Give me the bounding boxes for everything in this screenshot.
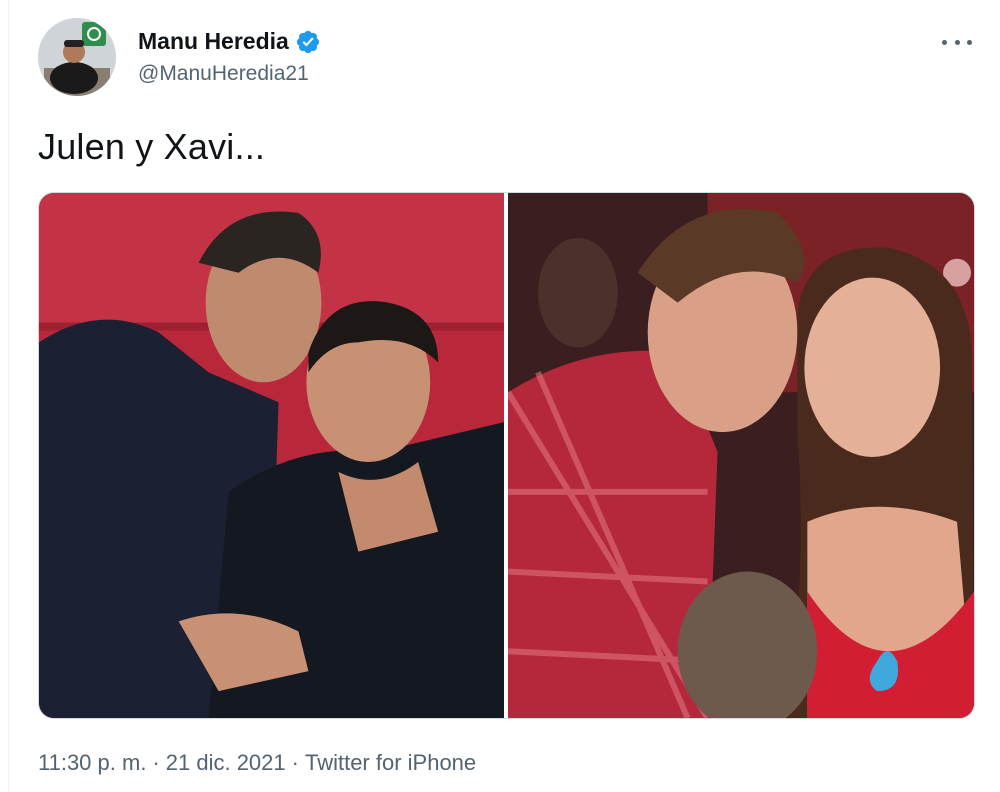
photo-right[interactable] bbox=[508, 193, 974, 718]
tweet-meta: 11:30 p. m. · 21 dic. 2021 · Twitter for… bbox=[38, 750, 476, 776]
tweet-time[interactable]: 11:30 p. m. bbox=[38, 750, 146, 776]
dot bbox=[967, 39, 972, 45]
user-handle[interactable]: @ManuHeredia21 bbox=[138, 62, 309, 86]
tweet-header: Manu Heredia @ManuHeredia21 bbox=[38, 18, 978, 98]
photo-icon bbox=[508, 193, 974, 718]
photo-left[interactable] bbox=[39, 193, 504, 718]
timeline-border bbox=[8, 0, 9, 792]
tweet-source[interactable]: Twitter for iPhone bbox=[305, 750, 476, 776]
dot bbox=[942, 39, 947, 45]
meta-separator: · bbox=[291, 750, 299, 775]
dot bbox=[954, 39, 960, 45]
more-options-icon[interactable] bbox=[942, 32, 972, 52]
avatar-image bbox=[38, 18, 116, 96]
verified-badge-icon bbox=[295, 29, 321, 55]
tweet-media[interactable] bbox=[38, 192, 975, 719]
avatar[interactable] bbox=[38, 18, 116, 96]
tweet-date[interactable]: 21 dic. 2021 bbox=[166, 750, 286, 776]
display-name[interactable]: Manu Heredia bbox=[138, 28, 289, 55]
photo-icon bbox=[39, 193, 504, 718]
meta-separator: · bbox=[152, 750, 160, 775]
tweet-text: Julen y Xavi... bbox=[38, 126, 266, 167]
name-row: Manu Heredia bbox=[138, 28, 321, 55]
